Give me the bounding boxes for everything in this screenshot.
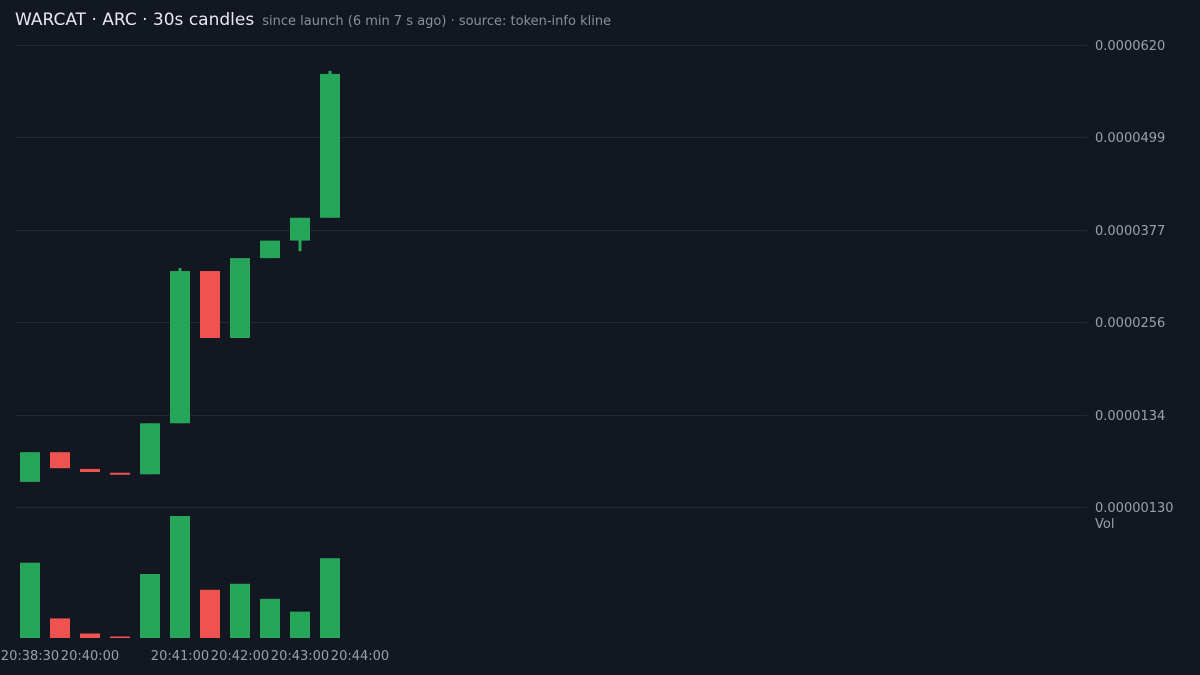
volume-bar xyxy=(320,558,340,638)
volume-bar xyxy=(80,633,100,638)
time-tick-label: 20:44:00 xyxy=(331,649,389,664)
time-tick-label: 20:38:30 xyxy=(1,649,59,664)
price-tick-label: 0.0000256 xyxy=(1095,316,1165,331)
candles xyxy=(20,70,340,482)
candle-body xyxy=(290,217,310,241)
candle xyxy=(230,258,250,339)
candle xyxy=(80,468,100,472)
candle xyxy=(140,423,160,475)
candle-body xyxy=(200,271,220,339)
candle xyxy=(110,472,130,475)
candle xyxy=(320,70,340,218)
volume-bar xyxy=(290,611,310,638)
volume-bar xyxy=(200,589,220,638)
candle-body xyxy=(320,73,340,218)
candle-body xyxy=(110,472,130,475)
price-tick-label: 0.0000377 xyxy=(1095,224,1165,239)
time-tick-label: 20:41:00 xyxy=(151,649,209,664)
price-tick-label: 0.0000134 xyxy=(1095,409,1165,424)
volume-bar xyxy=(170,516,190,638)
candle xyxy=(290,217,310,252)
candle-body xyxy=(20,452,40,482)
price-axis: 0.0000620 0.0000499 0.0000377 0.0000256 0.00… xyxy=(1095,39,1174,516)
price-tick-label: 0.0000499 xyxy=(1095,131,1165,146)
candle-body xyxy=(50,452,70,469)
candle-body xyxy=(170,271,190,424)
candle-body xyxy=(140,423,160,475)
candle xyxy=(50,452,70,469)
volume-bar xyxy=(230,583,250,638)
volume-bar xyxy=(110,636,130,638)
price-tick-label: 0.0000620 xyxy=(1095,39,1165,54)
chart-frame: WARCAT · ARC · 30s candles since launch … xyxy=(0,0,1200,675)
candle xyxy=(20,452,40,482)
volume-bar xyxy=(50,618,70,638)
time-tick-label: 20:42:00 xyxy=(211,649,269,664)
volume-bars xyxy=(20,516,340,638)
volume-bar xyxy=(260,598,280,638)
time-tick-label: 20:40:00 xyxy=(61,649,119,664)
candle-body xyxy=(80,468,100,472)
time-axis: 20:38:30 20:40:00 20:41:00 20:42:00 20:43:00… xyxy=(1,649,389,664)
price-tick-label: 0.00000130 xyxy=(1095,501,1174,516)
candle xyxy=(200,271,220,339)
volume-bar xyxy=(20,562,40,638)
candle-body xyxy=(260,240,280,259)
candle xyxy=(170,268,190,424)
candle-body xyxy=(230,258,250,339)
volume-axis-label: Vol xyxy=(1095,517,1114,532)
candle xyxy=(260,240,280,259)
candlestick-chart[interactable]: 0.0000620 0.0000499 0.0000377 0.0000256 0.00… xyxy=(0,0,1200,675)
volume-bar xyxy=(140,573,160,638)
time-tick-label: 20:43:00 xyxy=(271,649,329,664)
